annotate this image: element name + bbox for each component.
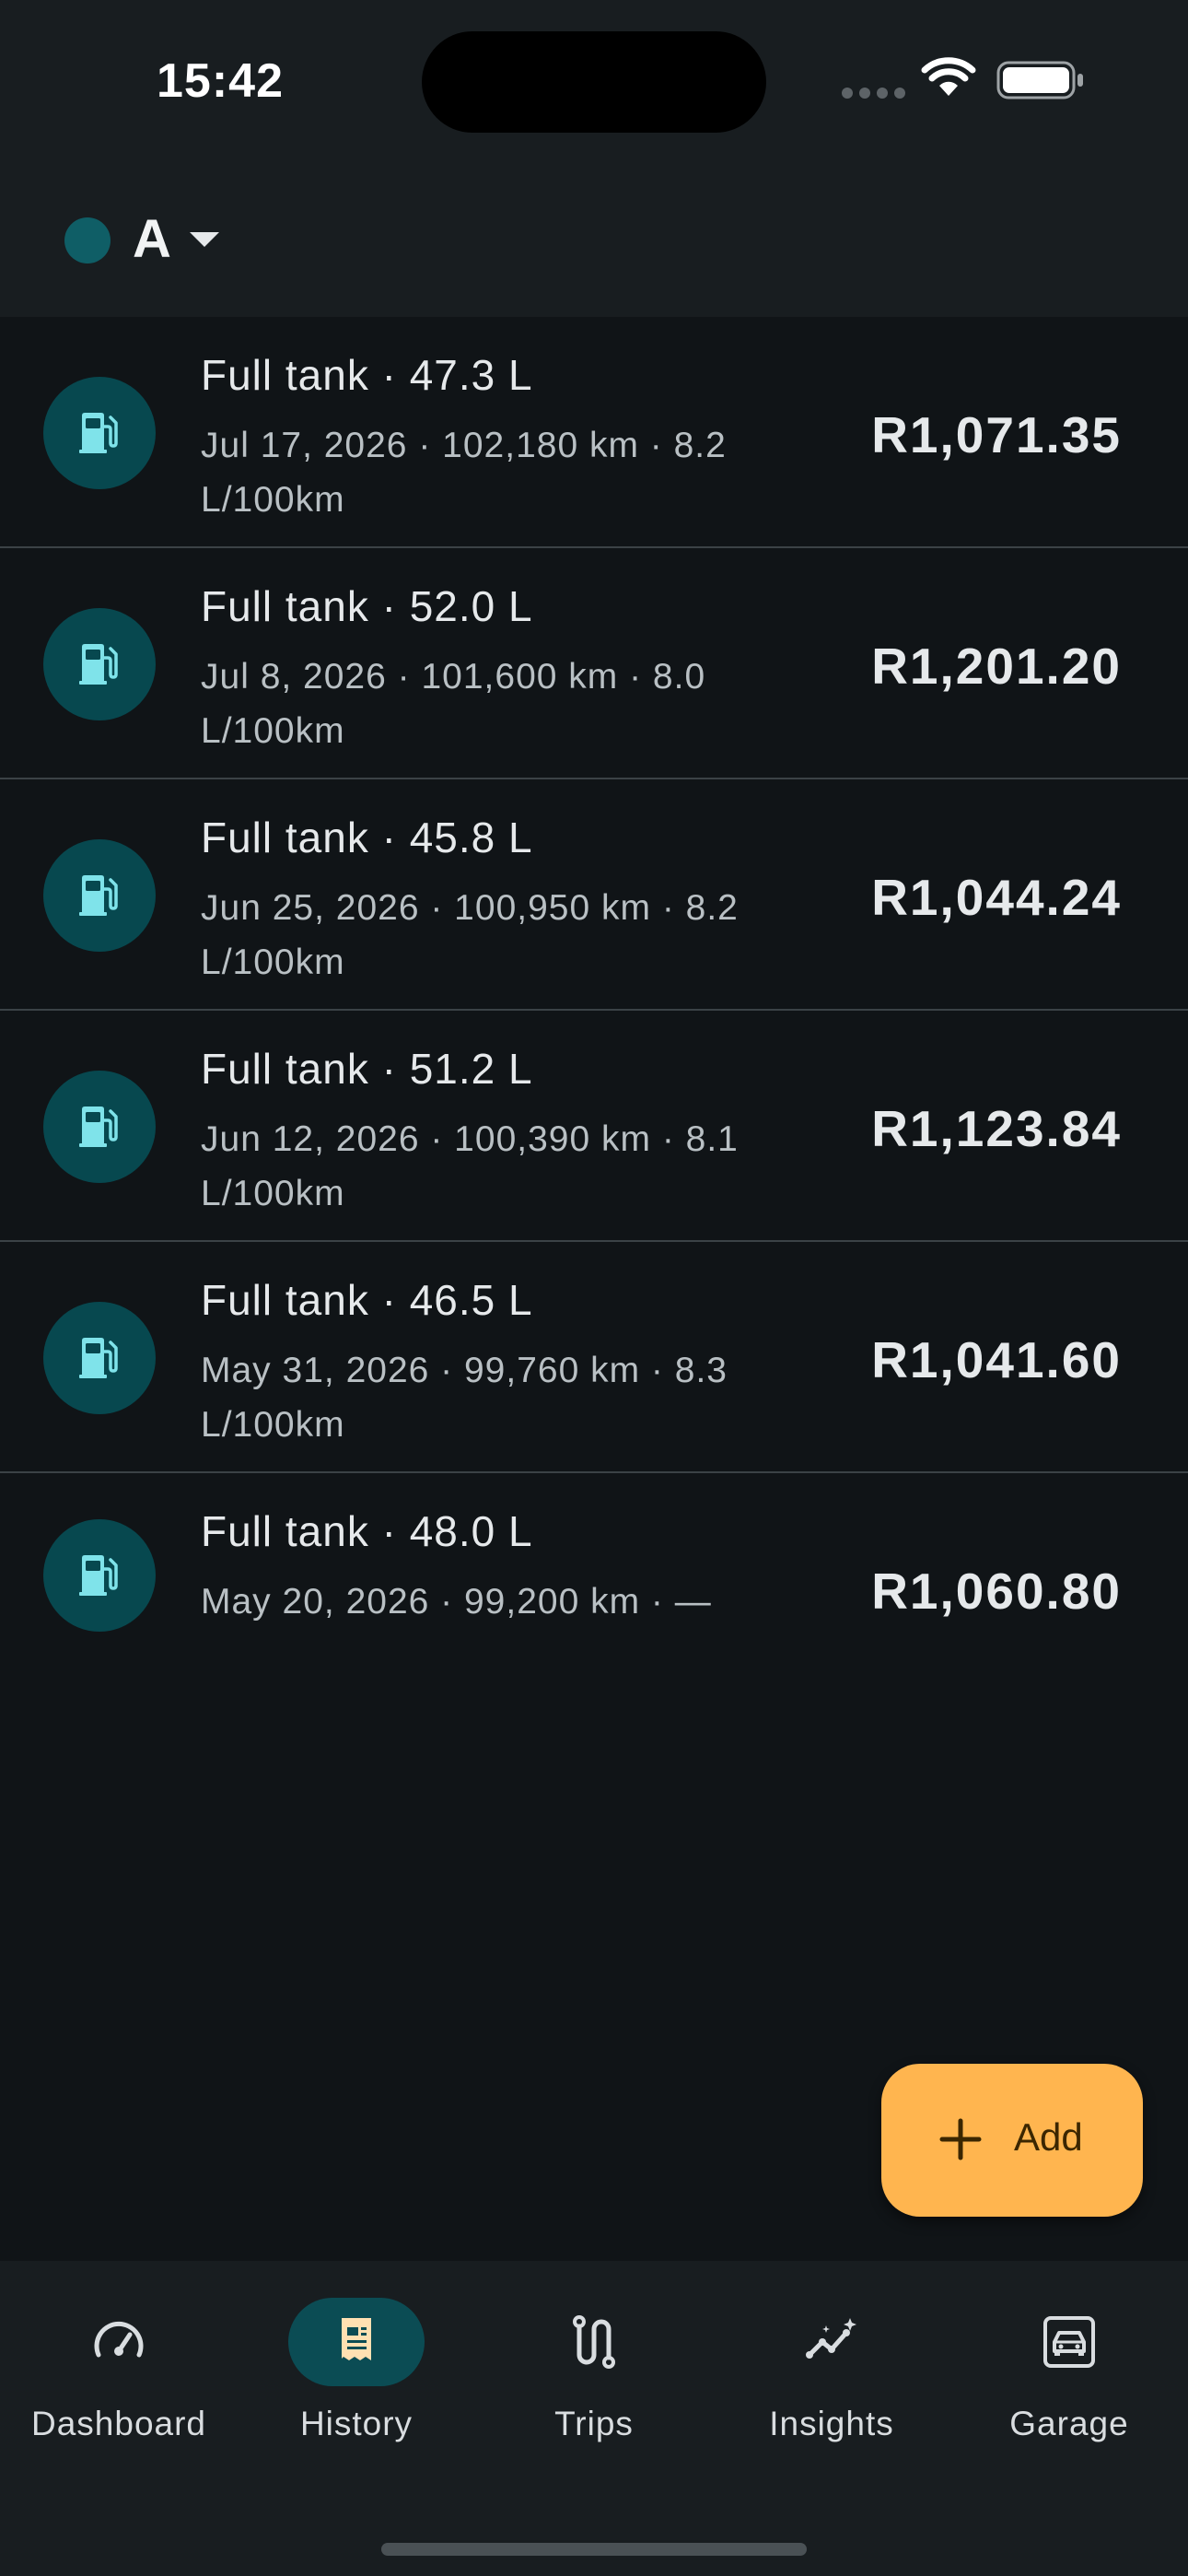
nav-item-history[interactable]: History <box>238 2298 475 2464</box>
nav-item-insights[interactable]: Insights <box>713 2298 950 2464</box>
home-indicator[interactable] <box>381 2543 807 2556</box>
entry-details: Jun 25, 2026 · 100,950 km · 8.2 L/100km <box>201 888 739 982</box>
nav-item-trips[interactable]: Trips <box>475 2298 713 2464</box>
list-item[interactable]: Full tank · 45.8 L Jun 25, 2026 · 100,950… <box>0 779 1188 1011</box>
nav-history-indicator <box>288 2298 425 2386</box>
entry-details: Jul 17, 2026 · 102,180 km · 8.2 L/100km <box>201 426 727 520</box>
receipt-icon <box>342 2318 371 2360</box>
list-item[interactable]: Full tank · 51.2 L Jun 12, 2026 · 100,390… <box>0 1011 1188 1242</box>
entry-details: May 31, 2026 · 99,760 km · 8.3 L/100km <box>201 1351 728 1445</box>
status-time: 15:42 <box>157 54 284 108</box>
nav-insights-indicator <box>763 2298 900 2386</box>
chevron-down-icon[interactable] <box>190 232 219 247</box>
entry-amount: R1,201.20 <box>871 638 1122 695</box>
fuel-entry-avatar <box>43 608 156 720</box>
fuel-pump-icon <box>79 413 118 453</box>
insights-icon <box>806 2318 856 2359</box>
cellular-signal-icon <box>842 87 912 103</box>
nav-garage-indicator <box>1001 2298 1137 2386</box>
nav-label-garage: Garage <box>1009 2405 1129 2442</box>
fuel-pump-icon <box>79 644 118 685</box>
fuel-entry-avatar <box>43 1519 156 1632</box>
entry-title: Full tank · 45.8 L <box>201 814 533 861</box>
nav-label-history: History <box>299 2405 413 2442</box>
entry-details: May 20, 2026 · 99,200 km · — <box>201 1582 712 1622</box>
nav-label-insights: Insights <box>769 2405 894 2442</box>
plus-icon <box>939 2118 982 2160</box>
car-icon <box>1043 2316 1095 2368</box>
entry-amount: R1,071.35 <box>871 406 1122 463</box>
add-entry-button[interactable]: Add <box>881 2064 1143 2217</box>
nav-trips-indicator <box>526 2298 662 2386</box>
entry-details: Jul 8, 2026 · 101,600 km · 8.0 L/100km <box>201 657 706 751</box>
battery-icon <box>996 61 1083 100</box>
fuel-pump-icon <box>79 875 118 916</box>
vehicle-color-dot[interactable] <box>64 217 111 263</box>
entry-amount: R1,041.60 <box>871 1331 1122 1388</box>
fuel-entry-avatar <box>43 839 156 952</box>
entry-title: Full tank · 47.3 L <box>201 351 533 399</box>
entry-title: Full tank · 52.0 L <box>201 582 533 630</box>
vehicle-selector[interactable]: A <box>133 208 171 270</box>
nav-label-dashboard: Dashboard <box>30 2405 206 2442</box>
route-icon <box>573 2315 615 2369</box>
entry-amount: R1,044.24 <box>871 869 1122 926</box>
list-item[interactable]: Full tank · 47.3 L Jul 17, 2026 · 102,180… <box>0 317 1188 548</box>
fuel-entry-avatar <box>43 377 156 489</box>
nav-item-dashboard[interactable]: Dashboard <box>0 2298 238 2464</box>
nav-item-garage[interactable]: Garage <box>950 2298 1188 2464</box>
speedometer-icon <box>94 2321 144 2358</box>
entry-amount: R1,123.84 <box>871 1100 1122 1157</box>
list-item[interactable]: Full tank · 48.0 L May 20, 2026 · 99,200 … <box>0 1473 1188 1691</box>
dynamic-island <box>422 31 766 133</box>
fuel-pump-icon <box>79 1338 118 1378</box>
app-bar <box>0 166 1188 317</box>
fuel-entry-avatar <box>43 1071 156 1183</box>
entry-details: Jun 12, 2026 · 100,390 km · 8.1 L/100km <box>201 1119 739 1213</box>
entry-title: Full tank · 46.5 L <box>201 1276 533 1324</box>
nav-dashboard-indicator <box>51 2298 187 2386</box>
list-item[interactable]: Full tank · 46.5 L May 31, 2026 · 99,760 … <box>0 1242 1188 1473</box>
fuel-entry-avatar <box>43 1302 156 1414</box>
fuel-history-list: Full tank · 47.3 L Jul 17, 2026 · 102,180… <box>0 317 1188 1691</box>
entry-amount: R1,060.80 <box>871 1563 1122 1620</box>
fuel-pump-icon <box>79 1107 118 1147</box>
nav-label-trips: Trips <box>554 2405 634 2442</box>
entry-title: Full tank · 51.2 L <box>201 1045 533 1093</box>
wifi-icon <box>921 57 976 96</box>
fuel-pump-icon <box>79 1555 118 1596</box>
list-item[interactable]: Full tank · 52.0 L Jul 8, 2026 · 101,600 … <box>0 548 1188 779</box>
entry-title: Full tank · 48.0 L <box>201 1507 533 1555</box>
add-button-label: Add <box>1014 2115 1083 2159</box>
